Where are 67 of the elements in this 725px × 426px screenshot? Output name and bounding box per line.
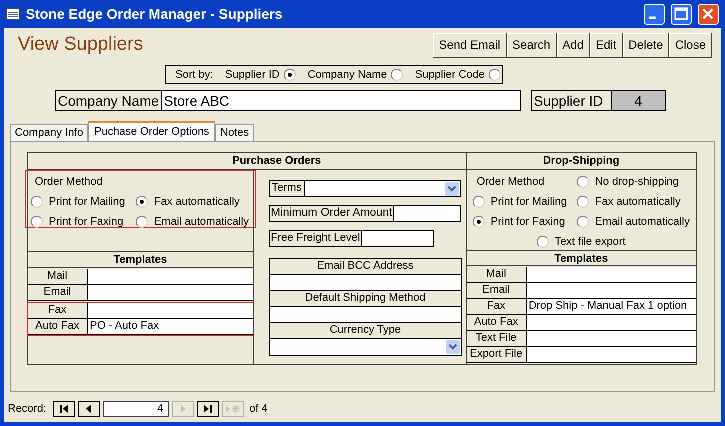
radio-button[interactable]	[489, 68, 502, 80]
toolbar-button[interactable]: Close	[669, 32, 712, 58]
radio-label: Email automatically	[595, 215, 690, 229]
radio-button[interactable]	[136, 216, 148, 228]
toolbar-button[interactable]: Search	[506, 32, 557, 58]
window-title: Stone Edge Order Manager - Suppliers	[26, 7, 284, 21]
radio-button[interactable]	[536, 236, 549, 248]
record-label: Record:	[8, 402, 47, 416]
radio-label: No drop-shipping	[595, 175, 680, 189]
radio-label: Text file export	[554, 235, 626, 249]
sort-option-label: Company Name	[308, 68, 388, 82]
first-record-button[interactable]	[52, 401, 75, 417]
radio-button-selected[interactable]	[472, 216, 485, 228]
previous-record-button[interactable]	[78, 401, 100, 417]
template-field[interactable]	[526, 347, 696, 362]
tab[interactable]: Company Info	[10, 124, 88, 141]
group-label: Order Method	[476, 175, 546, 189]
radio-label: Print for Mailing	[49, 195, 126, 209]
section-heading: Templates	[466, 250, 696, 266]
toolbar-button[interactable]: Edit	[590, 32, 623, 58]
template-field[interactable]: PO - Auto Fax	[88, 319, 253, 334]
radio-button[interactable]	[577, 216, 590, 228]
toolbar-button[interactable]: Delete	[622, 32, 670, 58]
radio-button[interactable]	[577, 176, 590, 188]
radio-label: Fax automatically	[154, 195, 240, 209]
toolbar-button[interactable]: Add	[556, 32, 590, 58]
group-label: Order Method	[34, 175, 104, 189]
radio-label: Print for Faxing	[490, 215, 566, 229]
radio-button[interactable]	[472, 196, 485, 208]
template-field[interactable]: Drop Ship - Manual Fax 1 option	[526, 299, 696, 314]
tab[interactable]: Puchase Order Options	[88, 121, 216, 141]
sort-label: Sort by:	[176, 68, 214, 82]
template-field[interactable]	[526, 283, 696, 298]
template-field[interactable]	[88, 285, 253, 300]
sort-option-label: Supplier Code	[415, 68, 486, 82]
page-title: View Suppliers	[18, 38, 144, 52]
text-field[interactable]	[270, 275, 461, 291]
text-field[interactable]	[270, 307, 461, 323]
record-number-field[interactable]: 4	[102, 401, 169, 417]
template-field[interactable]	[88, 269, 253, 284]
section-heading: Purchase Orders	[28, 153, 466, 170]
maximize-button[interactable]	[671, 4, 692, 24]
sort-option-label: Supplier ID	[225, 68, 280, 82]
radio-label: Print for Faxing	[49, 215, 124, 229]
tab[interactable]: Notes	[215, 124, 254, 141]
section-heading: Templates	[28, 252, 253, 268]
dropdown-button[interactable]	[446, 340, 460, 354]
section-heading: Drop-Shipping	[466, 153, 696, 170]
radio-label: Fax automatically	[595, 195, 681, 209]
radio-button-selected[interactable]	[136, 196, 148, 208]
toolbar-button[interactable]: Send Email	[433, 32, 507, 58]
close-button[interactable]	[698, 4, 719, 24]
last-record-button[interactable]	[196, 401, 219, 417]
template-field[interactable]	[526, 267, 696, 282]
radio-button[interactable]	[31, 196, 43, 208]
radio-button[interactable]	[31, 216, 43, 228]
radio-label: Email automatically	[154, 215, 250, 229]
record-count: of 4	[250, 402, 268, 416]
radio-button[interactable]	[391, 68, 404, 80]
template-field[interactable]	[526, 331, 696, 346]
template-field[interactable]	[526, 315, 696, 330]
template-field[interactable]	[88, 303, 253, 318]
minimize-button[interactable]	[644, 4, 665, 24]
radio-label: Print for Mailing	[490, 195, 568, 209]
form-icon	[6, 8, 20, 20]
radio-button[interactable]	[577, 196, 590, 208]
radio-button-selected[interactable]	[284, 68, 296, 80]
